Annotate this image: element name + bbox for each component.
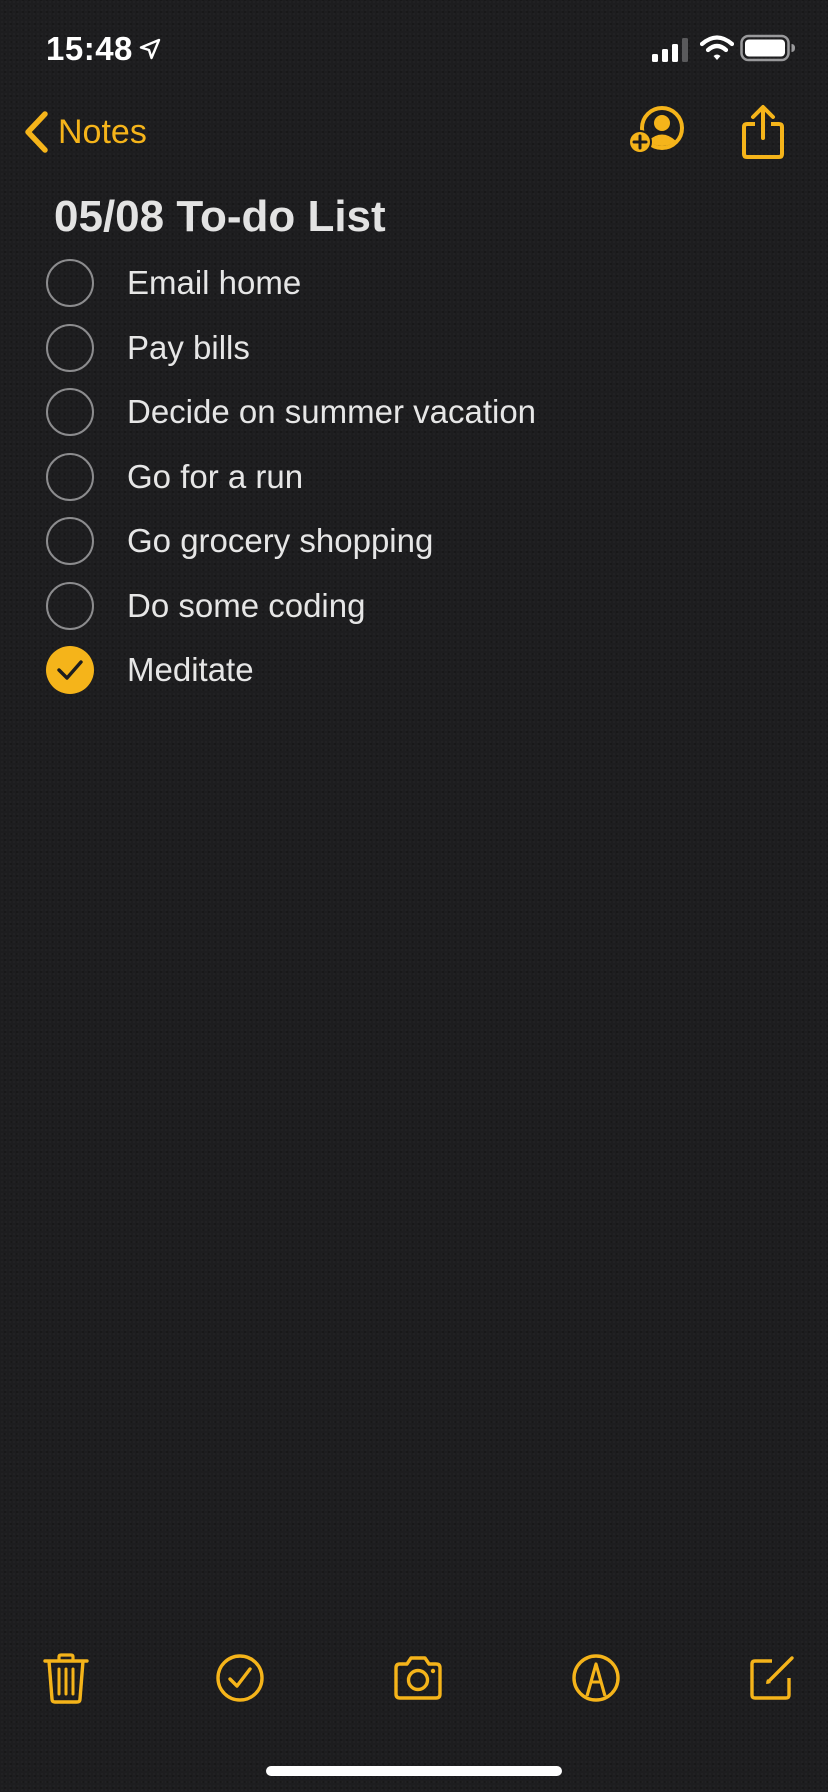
checkbox[interactable] [46,323,94,372]
checklist-item-label[interactable]: Do some coding [127,587,365,625]
share-icon[interactable] [740,104,786,160]
trash-icon [43,1653,89,1704]
checklist-item[interactable]: Email home [0,256,828,321]
compose-button[interactable] [746,1652,798,1704]
status-bar: 15:48 [0,0,828,100]
cellular-signal-icon [652,38,688,62]
checkbox-checked[interactable] [46,646,94,694]
delete-button[interactable] [40,1652,92,1704]
markup-icon [572,1654,620,1702]
location-arrow-icon [139,38,161,60]
checkbox[interactable] [46,452,94,501]
compose-icon [750,1656,794,1700]
checklist: Email home Pay bills Decide on summer va… [0,256,828,708]
checklist-icon [216,1654,264,1702]
back-to-notes-button[interactable]: Notes [22,106,147,158]
checkbox[interactable] [46,581,94,630]
back-label: Notes [58,112,147,151]
checklist-item-label[interactable]: Meditate [127,651,254,689]
checklist-item[interactable]: Meditate [0,643,828,708]
add-people-icon[interactable] [628,104,686,156]
checklist-button[interactable] [214,1652,266,1704]
checklist-item-label[interactable]: Go for a run [127,458,303,496]
checklist-item-label[interactable]: Decide on summer vacation [127,393,536,431]
bottom-toolbar [0,1640,828,1720]
checkmark-icon [57,660,83,680]
wifi-icon [700,35,734,60]
note-title[interactable]: 05/08 To-do List [54,192,386,242]
camera-button[interactable] [392,1652,444,1704]
status-time: 15:48 [46,30,133,67]
markup-button[interactable] [570,1652,622,1704]
checklist-item-label[interactable]: Email home [127,264,301,302]
checklist-item[interactable]: Pay bills [0,321,828,386]
chevron-left-icon [25,111,48,153]
checklist-item[interactable]: Go for a run [0,450,828,515]
checkbox[interactable] [46,517,94,565]
checklist-item[interactable]: Do some coding [0,579,828,644]
checkbox[interactable] [46,259,94,307]
checklist-item-label[interactable]: Go grocery shopping [127,522,433,560]
camera-icon [394,1656,442,1700]
checklist-item-label[interactable]: Pay bills [127,329,250,367]
checklist-item[interactable]: Decide on summer vacation [0,385,828,450]
home-indicator[interactable] [266,1766,562,1776]
checklist-item[interactable]: Go grocery shopping [0,514,828,579]
battery-icon [740,34,795,62]
checkbox[interactable] [46,388,94,436]
